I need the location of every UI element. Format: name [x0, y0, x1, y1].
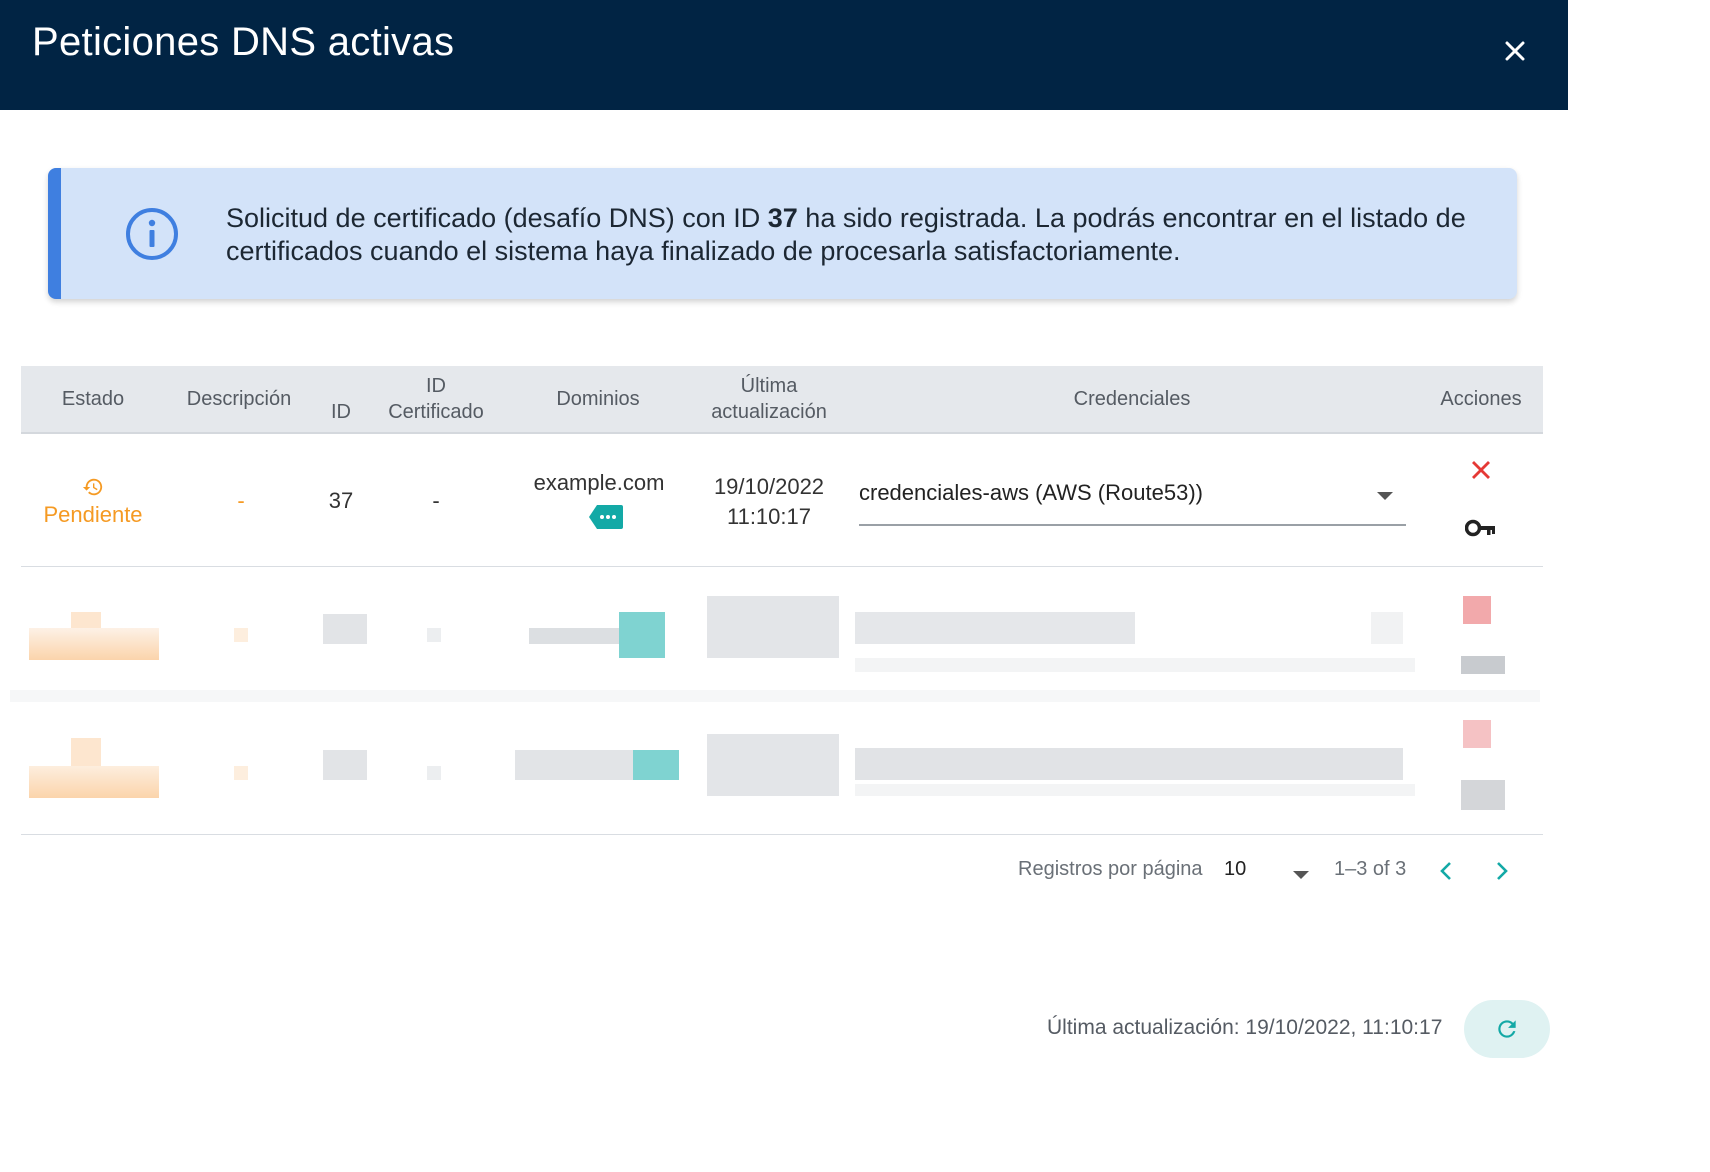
table-row: Pendiente - 37 - example.com 19/10/2022 … [21, 434, 1543, 567]
obscured-underline [855, 658, 1415, 672]
key-icon[interactable] [1464, 518, 1497, 543]
dns-requests-dialog: Peticiones DNS activas Solicitud de cert… [0, 0, 1568, 1075]
dialog-title: Peticiones DNS activas [32, 20, 455, 64]
table-row-obscured [21, 718, 1543, 846]
more-tag-icon[interactable] [589, 504, 623, 535]
table-bottom-border [21, 834, 1543, 835]
obscured-date [707, 596, 839, 658]
alert-message: Solicitud de certificado (desafío DNS) c… [226, 203, 1466, 266]
obscured-desc [234, 628, 248, 642]
obscured-cert [427, 628, 441, 642]
refresh-button[interactable] [1464, 1000, 1550, 1058]
last-update-value: 19/10/2022 11:10:17 [713, 474, 825, 529]
pagination-range: 1–3 of 3 [1334, 858, 1407, 880]
obscured-domain [515, 750, 635, 780]
chevron-right-icon[interactable] [1494, 860, 1510, 887]
obscured-domain [529, 628, 629, 644]
dialog-header: Peticiones DNS activas [0, 0, 1568, 110]
header-acciones: Acciones [1440, 388, 1522, 410]
header-descripcion[interactable]: Descripción [171, 386, 307, 412]
credentials-select-underline [859, 524, 1406, 526]
obscured-key [1461, 656, 1505, 674]
obscured-id [323, 750, 367, 780]
row-divider [10, 690, 1540, 702]
obscured-tag [633, 750, 679, 780]
obscured-chevron [1371, 612, 1403, 644]
header-id[interactable]: ID [321, 399, 361, 425]
info-alert: Solicitud de certificado (desafío DNS) c… [48, 168, 1517, 299]
header-credenciales[interactable]: Credenciales [1021, 386, 1243, 412]
pagination: Registros por página [1018, 858, 1203, 881]
obscured-date [707, 734, 839, 796]
certificate-id-value: - [432, 488, 440, 513]
obscured-key [1461, 780, 1505, 810]
status-label: Pendiente [43, 502, 143, 527]
description-value: - [237, 488, 245, 513]
obscured-icon [71, 612, 101, 628]
chevron-down-icon[interactable] [1375, 489, 1395, 507]
header-ultima-actualizacion[interactable]: Última actualización [691, 373, 847, 425]
obscured-status [29, 628, 159, 660]
chevron-left-icon[interactable] [1438, 860, 1454, 887]
obscured-credentials [855, 612, 1135, 644]
table-header: Estado Descripción ID ID Certificado Dom… [21, 366, 1543, 434]
credentials-select-value[interactable]: credenciales-aws (AWS (Route53)) [859, 480, 1203, 506]
obscured-credentials [855, 748, 1403, 780]
obscured-tag [619, 612, 665, 658]
status-cell: Pendiente [31, 476, 155, 528]
refresh-icon [1494, 1016, 1520, 1047]
obscured-delete [1463, 720, 1491, 748]
info-icon [124, 206, 180, 267]
obscured-desc [234, 766, 248, 780]
rows-per-page-label: Registros por página [1018, 858, 1203, 880]
obscured-status [29, 766, 159, 798]
domain-value: example.com [533, 470, 665, 495]
obscured-cert [427, 766, 441, 780]
history-icon [31, 476, 155, 502]
alert-request-id: 37 [767, 203, 798, 233]
delete-icon[interactable] [1469, 458, 1493, 487]
obscured-delete [1463, 596, 1491, 624]
chevron-down-icon[interactable] [1292, 867, 1310, 885]
obscured-icon [71, 738, 101, 766]
obscured-id [323, 614, 367, 644]
header-estado[interactable]: Estado [41, 386, 145, 412]
close-icon[interactable] [1498, 34, 1532, 68]
header-dominios[interactable]: Dominios [533, 386, 663, 412]
id-value: 37 [328, 488, 354, 513]
obscured-underline [855, 784, 1415, 796]
header-id-certificado[interactable]: ID Certificado [371, 373, 501, 425]
last-update-text: Última actualización: 19/10/2022, 11:10:… [1047, 1016, 1443, 1039]
alert-accent-bar [48, 168, 61, 299]
rows-per-page-select[interactable]: 10 [1224, 858, 1246, 881]
